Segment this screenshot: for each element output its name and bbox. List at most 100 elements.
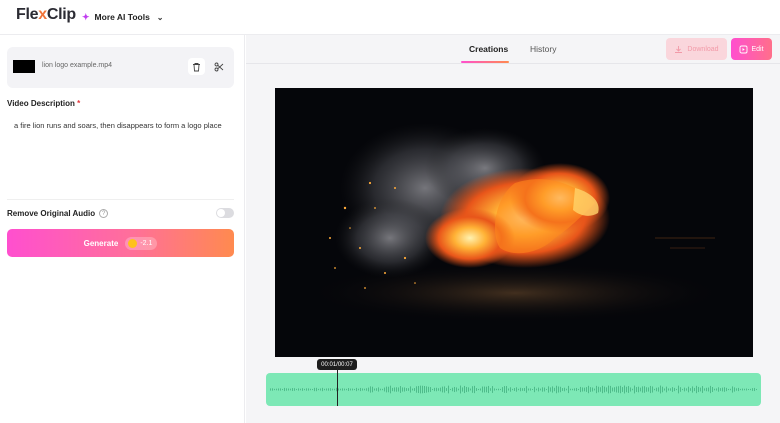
waveform-bar	[568, 385, 569, 394]
download-button[interactable]: Download	[666, 38, 727, 60]
waveform-bar	[652, 386, 653, 393]
waveform-bar	[322, 387, 323, 392]
waveform-bar	[726, 387, 727, 392]
waveform-bar	[556, 385, 557, 394]
waveform-bar	[738, 387, 739, 392]
waveform-bar	[720, 388, 721, 391]
waveform-bar	[538, 387, 539, 392]
trim-video-button[interactable]	[210, 58, 227, 75]
waveform-bar	[372, 386, 373, 393]
waveform-bar	[690, 388, 691, 391]
waveform-bar	[278, 388, 279, 391]
remove-audio-label-text: Remove Original Audio	[7, 209, 96, 218]
tab-creations[interactable]: Creations	[469, 44, 508, 54]
waveform-bar	[504, 386, 505, 393]
waveform-bar	[366, 388, 367, 391]
waveform-bar	[434, 387, 435, 392]
waveform-bar	[686, 388, 687, 391]
video-preview[interactable]	[275, 88, 753, 357]
waveform-bar	[274, 388, 275, 391]
waveform-bar	[456, 387, 457, 392]
generate-button[interactable]: Generate -2.1	[7, 229, 234, 257]
waveform-bar	[420, 385, 421, 394]
waveform-bar	[370, 386, 371, 393]
waveform-bar	[276, 388, 277, 391]
waveform-bar	[304, 388, 305, 391]
waveform-bar	[634, 385, 635, 394]
waveform-bar	[454, 386, 455, 393]
waveform-bar	[400, 386, 401, 393]
divider	[7, 199, 234, 200]
waveform-bar	[694, 387, 695, 392]
waveform-bar	[460, 385, 461, 394]
waveform-bar	[364, 388, 365, 391]
waveform-bar	[688, 386, 689, 393]
waveform-bar	[334, 388, 335, 391]
waveform-bar	[750, 388, 751, 391]
waveform-bar	[280, 388, 281, 391]
waveform-bar	[706, 387, 707, 392]
waveform-bar	[710, 385, 711, 394]
waveform-bar	[580, 386, 581, 393]
waveform-bar	[608, 385, 609, 394]
waveform-bar	[474, 385, 475, 394]
waveform-bar	[296, 388, 297, 391]
waveform-bar	[722, 387, 723, 392]
waveform-bar	[516, 387, 517, 392]
logo-accent: x	[38, 6, 47, 23]
video-description-input[interactable]: a fire lion runs and soars, then disappe…	[7, 113, 234, 197]
waveform-bar	[630, 387, 631, 392]
download-label: Download	[687, 45, 719, 53]
waveform-bar	[508, 388, 509, 391]
help-icon[interactable]: ?	[99, 209, 109, 218]
waveform-bar	[550, 387, 551, 392]
waveform-bar	[644, 386, 645, 393]
waveform-bar	[730, 388, 731, 391]
waveform-bar	[502, 387, 503, 392]
waveform-bar	[432, 388, 433, 391]
toggle-knob	[217, 209, 225, 217]
trash-icon	[193, 62, 200, 71]
waveform-bar	[402, 387, 403, 392]
waveform-bar	[346, 388, 347, 391]
waveform-bar	[602, 385, 603, 394]
waveform-bar	[496, 388, 497, 391]
edit-button[interactable]: Edit	[731, 38, 772, 60]
waveform-bar	[548, 386, 549, 393]
audio-waveform[interactable]	[266, 373, 761, 406]
waveform-bar	[330, 388, 331, 391]
waveform-bar	[640, 387, 641, 392]
waveform-bar	[418, 385, 419, 394]
waveform-bar	[752, 388, 753, 391]
waveform-bar	[600, 387, 601, 392]
waveform-bar	[326, 388, 327, 391]
waveform-bar	[358, 388, 359, 391]
waveform-bar	[728, 388, 729, 391]
waveform-bar	[384, 387, 385, 392]
waveform-bar	[714, 388, 715, 391]
waveform-bar	[290, 388, 291, 391]
flexclip-logo[interactable]: FlexClip	[16, 6, 76, 24]
remove-audio-toggle[interactable]	[216, 208, 234, 218]
waveform-bar	[436, 387, 437, 392]
waveform-bar	[542, 387, 543, 392]
waveform-bar	[300, 388, 301, 391]
delete-file-button[interactable]	[188, 58, 205, 75]
tab-history[interactable]: History	[530, 44, 556, 54]
required-mark: *	[77, 99, 81, 108]
waveform-bar	[528, 388, 529, 391]
waveform-bar	[736, 388, 737, 391]
playhead[interactable]	[337, 366, 338, 406]
waveform-bar	[586, 387, 587, 392]
more-ai-tools-button[interactable]: ✦ More AI Tools ⌄	[82, 9, 164, 25]
waveform-bar	[740, 388, 741, 391]
waveform-bar	[734, 387, 735, 392]
waveform-bar	[532, 388, 533, 391]
waveform-bar	[324, 388, 325, 391]
waveform-bar	[594, 388, 595, 391]
waveform-bar	[702, 386, 703, 393]
video-description-text[interactable]: a fire lion runs and soars, then disappe…	[14, 120, 224, 131]
waveform-bar	[352, 388, 353, 391]
waveform-bar	[724, 387, 725, 392]
waveform-bar	[742, 388, 743, 391]
